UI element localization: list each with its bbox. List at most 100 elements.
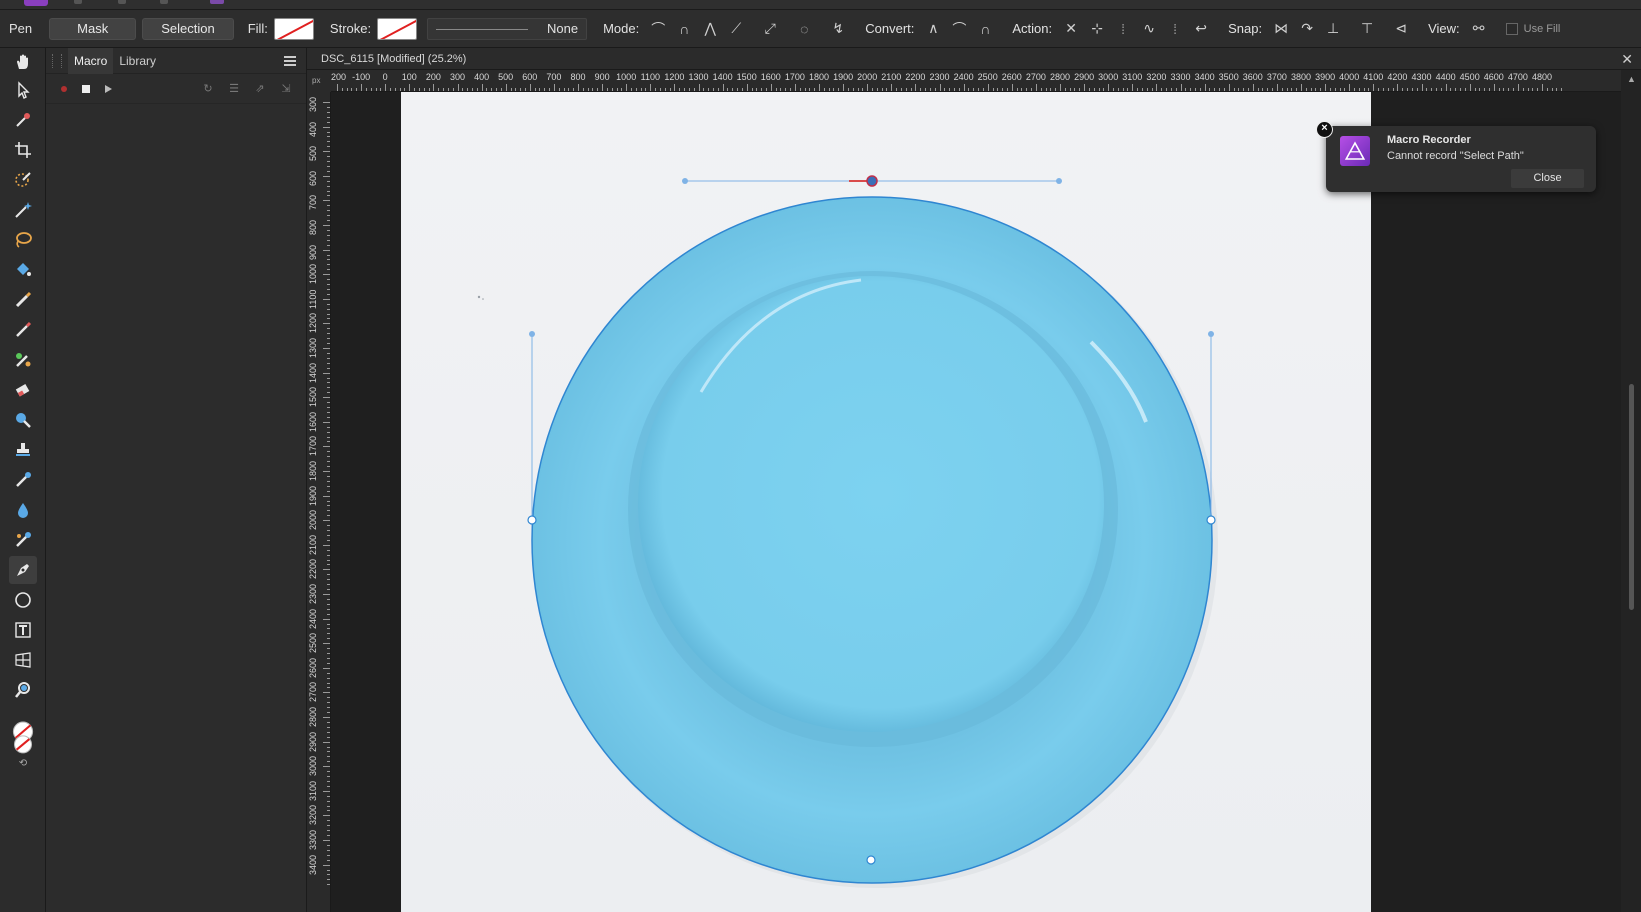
ruler-label: -200	[331, 72, 347, 82]
toast-close-button[interactable]: Close	[1511, 169, 1584, 188]
selection-brush-icon[interactable]	[9, 166, 37, 194]
affinity-photo-app-icon	[1340, 136, 1370, 166]
pen-mode-icon[interactable]: ⌒	[645, 17, 671, 41]
color-swatches-icon[interactable]	[9, 718, 37, 758]
ruler-label: 1500	[736, 72, 757, 82]
ruler-tick	[327, 510, 330, 512]
stop-icon[interactable]	[78, 81, 94, 97]
ruler-tick	[327, 333, 330, 335]
title-strip	[0, 0, 1641, 10]
flood-select-icon[interactable]	[9, 196, 37, 224]
move-tool-icon[interactable]	[9, 76, 37, 104]
undo-node-icon[interactable]: ↩	[1188, 17, 1214, 41]
curve-icon[interactable]: ↯	[825, 17, 851, 41]
color-replacement-icon[interactable]	[9, 346, 37, 374]
vertical-scrollbar[interactable]: ▲	[1621, 70, 1641, 912]
menu-icon[interactable]	[74, 0, 82, 4]
freehand-selection-icon[interactable]	[9, 226, 37, 254]
fill-swatch[interactable]	[273, 17, 314, 40]
color-picker-icon[interactable]	[9, 106, 37, 134]
join-curves-icon[interactable]: ∿	[1136, 17, 1162, 41]
convert-smooth-icon[interactable]: ⌒	[946, 17, 972, 41]
convert-sharp-icon[interactable]: ∧	[920, 17, 946, 41]
canvas[interactable]	[331, 92, 1621, 912]
snap-options-icon[interactable]: ⊲	[1388, 17, 1414, 41]
paint-brush-icon[interactable]	[9, 286, 37, 314]
bezier-handle[interactable]	[1208, 331, 1214, 337]
convert-smart-icon[interactable]: ∩	[972, 17, 998, 41]
mask-button[interactable]: Mask	[49, 17, 137, 40]
snap-nodes-icon[interactable]: ⋈	[1268, 17, 1294, 41]
panel-grip-icon[interactable]	[52, 53, 62, 68]
smudge-tool-icon[interactable]	[9, 526, 37, 554]
play-icon[interactable]	[100, 81, 116, 97]
ellipse-tool-icon[interactable]	[9, 586, 37, 614]
blur-tool-icon[interactable]	[9, 496, 37, 524]
reverse-curve-icon[interactable]: ⁞	[1162, 17, 1188, 41]
transform-icon[interactable]: ⤢	[757, 17, 783, 41]
snap-grid-icon[interactable]: ⊤	[1354, 17, 1380, 41]
mesh-warp-icon[interactable]	[9, 646, 37, 674]
break-curve-icon[interactable]: ✕	[1058, 17, 1084, 41]
menu-icon[interactable]	[160, 0, 168, 4]
path-node[interactable]	[1206, 515, 1216, 525]
import-icon[interactable]: ⇲	[278, 81, 294, 97]
view-tool-hand-icon[interactable]	[9, 48, 37, 76]
close-curve-icon[interactable]: ⊹	[1084, 17, 1110, 41]
export-icon[interactable]: ⇗	[252, 81, 268, 97]
swap-colors-icon[interactable]: ⟲	[9, 756, 37, 770]
selection-button[interactable]: Selection	[142, 17, 234, 40]
path-node[interactable]	[866, 855, 876, 865]
document-tab[interactable]: DSC_6115 [Modified] (25.2%) ✕	[307, 48, 1641, 70]
path-node[interactable]	[527, 515, 537, 525]
polygon-mode-icon[interactable]: ⋀	[697, 17, 723, 41]
menu-icon[interactable]	[118, 0, 126, 4]
steps-icon[interactable]: ☰	[226, 81, 242, 97]
dodge-tool-icon[interactable]	[9, 406, 37, 434]
dismiss-toast-icon[interactable]: ×	[1316, 121, 1333, 138]
bezier-handle[interactable]	[529, 331, 535, 337]
ruler-tick	[611, 88, 613, 91]
persona-icon[interactable]	[210, 0, 224, 4]
ruler-tick	[1190, 88, 1192, 91]
tool-name-label: Pen	[9, 21, 33, 36]
bezier-handle[interactable]	[682, 178, 688, 184]
ruler-tick	[1522, 88, 1524, 91]
erase-tool-icon[interactable]	[9, 376, 37, 404]
tab-macro[interactable]: Macro	[68, 47, 114, 74]
clone-stamp-icon[interactable]	[9, 436, 37, 464]
use-fill-checkbox[interactable]	[1505, 22, 1518, 35]
pen-tool-icon[interactable]	[9, 556, 37, 584]
ruler-label: 3300	[1170, 72, 1191, 82]
document-title: DSC_6115 [Modified] (25.2%)	[321, 53, 467, 65]
tab-library[interactable]: Library	[113, 48, 162, 74]
smooth-curve-icon[interactable]: ⁞	[1110, 17, 1136, 41]
healing-brush-icon[interactable]	[9, 466, 37, 494]
line-mode-icon[interactable]: ⟋	[723, 17, 749, 41]
bezier-handle[interactable]	[1056, 178, 1062, 184]
close-document-icon[interactable]: ✕	[1621, 48, 1633, 70]
crop-tool-icon[interactable]	[9, 136, 37, 164]
scrollbar-thumb[interactable]	[1629, 384, 1634, 610]
scroll-up-icon[interactable]: ▲	[1627, 74, 1636, 84]
ruler-label: 2000	[308, 510, 318, 531]
snap-guides-icon[interactable]: ⊥	[1320, 17, 1346, 41]
zoom-tool-icon[interactable]	[9, 676, 37, 704]
rubber-band-icon[interactable]: ◌	[791, 17, 817, 41]
plate-photo	[477, 175, 1218, 888]
view-handles-icon[interactable]: ⚯	[1466, 17, 1492, 41]
record-icon[interactable]	[56, 81, 72, 97]
ruler-tick	[770, 84, 772, 91]
ruler-tick	[327, 431, 330, 433]
text-tool-icon[interactable]	[9, 616, 37, 644]
panel-menu-icon[interactable]	[284, 55, 296, 66]
smart-mode-icon[interactable]: ∩	[671, 17, 697, 41]
fill-tool-icon[interactable]	[9, 256, 37, 284]
path-node-selected[interactable]	[866, 175, 878, 187]
stroke-swatch[interactable]	[377, 17, 418, 40]
ruler-tick	[327, 480, 330, 482]
stroke-style-dropdown[interactable]: None	[427, 17, 588, 40]
snap-curve-icon[interactable]: ↷	[1294, 17, 1320, 41]
repeat-icon[interactable]: ↻	[200, 81, 216, 97]
paint-brush-red-icon[interactable]	[9, 316, 37, 344]
